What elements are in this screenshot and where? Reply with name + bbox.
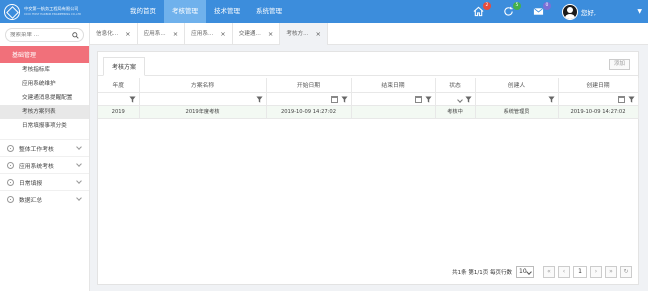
filter-end-date[interactable] (351, 92, 436, 106)
nav-assessment[interactable]: 考核管理 (164, 0, 206, 23)
close-icon[interactable]: × (173, 23, 178, 45)
cell-plan-name: 2019年度考核 (139, 105, 267, 119)
mail-badge: 0 (542, 1, 551, 10)
sidebar-item-daily-category[interactable]: 日常填报事项分类 (0, 119, 89, 133)
filter-icon[interactable] (424, 95, 432, 103)
cell-start-date: 2019-10-09 14:27:02 (266, 105, 352, 119)
plan-table: 年度 方案名称 开始日期 结束日期 状态 创建人 创建日期 2019 2019年… (98, 78, 639, 119)
nav-home[interactable]: 我的首页 (122, 0, 164, 23)
tab-app-1[interactable]: 应用系... × (138, 23, 186, 45)
main-panel: 考核方案 添加 年度 方案名称 开始日期 结束日期 状态 创建人 创建日期 20… (97, 51, 639, 285)
circle-icon (7, 144, 14, 152)
sidebar-group-summary[interactable]: 数据汇总 (0, 190, 89, 207)
page-tabs: 信息化... × 应用系... × 应用系... × 交建通... × 考核方... × (90, 23, 648, 45)
refresh-badge: 5 (512, 1, 521, 10)
filter-icon[interactable] (627, 95, 635, 103)
home-badge: 2 (482, 1, 491, 10)
last-page-button[interactable]: » (605, 265, 617, 278)
filter-icon[interactable] (547, 95, 555, 103)
filter-icon[interactable] (255, 95, 263, 103)
avatar[interactable] (561, 3, 578, 20)
filter-creator[interactable] (475, 92, 559, 106)
tab-app-2[interactable]: 应用系... × (185, 23, 233, 45)
sidebar-group-overall[interactable]: 整体工作考核 (0, 139, 89, 156)
main-nav: 我的首页 考核管理 技术管理 系统管理 (122, 0, 290, 23)
tab-jiaojiantong[interactable]: 交建通... × (233, 23, 281, 45)
chevron-down-icon (76, 195, 82, 201)
col-end-date[interactable]: 结束日期 (351, 78, 436, 93)
logo-icon (4, 3, 20, 20)
chevron-down-icon (76, 161, 82, 167)
close-icon[interactable]: × (315, 23, 320, 45)
col-year[interactable]: 年度 (98, 78, 140, 93)
circle-icon (7, 161, 14, 169)
col-start-date[interactable]: 开始日期 (266, 78, 352, 93)
filter-year[interactable] (98, 92, 140, 106)
company-logo: 中交第一航务工程局有限公司 CCCC FIRST HARBOR ENGINEER… (0, 0, 110, 23)
home-button[interactable]: 2 (472, 1, 491, 19)
chevron-down-icon (76, 144, 82, 150)
table-row[interactable]: 2019 2019年度考核 2019-10-09 14:27:02 考核中 系统… (98, 105, 639, 119)
cell-creator: 系统管理员 (475, 105, 559, 119)
cell-end-date (351, 105, 436, 119)
circle-icon (7, 195, 14, 203)
mail-button[interactable]: 0 (532, 1, 551, 19)
next-page-button[interactable]: › (590, 265, 602, 278)
nav-system[interactable]: 系统管理 (248, 0, 290, 23)
sidebar: 基础管理 考核指标库 应用系统维护 交建通消息提醒配置 考核方案列表 日常填报事… (0, 23, 90, 291)
refresh-button[interactable]: 5 (502, 1, 521, 19)
pagination: 共1条 第1/1页 每页行数 10 « ‹ 1 › » ↻ (452, 265, 632, 278)
page-number-input[interactable]: 1 (573, 265, 587, 278)
circle-icon (7, 178, 14, 186)
calendar-icon[interactable] (414, 95, 422, 103)
add-button[interactable]: 添加 (608, 59, 630, 70)
menu-search (5, 28, 84, 42)
filter-icon[interactable] (464, 95, 472, 103)
chevron-down-icon (76, 178, 82, 184)
top-bar: 中交第一航务工程局有限公司 CCCC FIRST HARBOR ENGINEER… (0, 0, 648, 23)
chevron-down-icon[interactable] (456, 96, 463, 103)
sidebar-item-app-maintenance[interactable]: 应用系统维护 (0, 77, 89, 91)
col-plan-name[interactable]: 方案名称 (139, 78, 267, 93)
first-page-button[interactable]: « (543, 265, 555, 278)
filter-plan-name[interactable] (139, 92, 267, 106)
col-status[interactable]: 状态 (435, 78, 476, 93)
close-icon[interactable]: × (220, 23, 225, 45)
tab-info[interactable]: 信息化... × (90, 23, 138, 45)
company-name-en: CCCC FIRST HARBOR ENGINEERING CO.,LTD (24, 12, 82, 16)
nav-tech[interactable]: 技术管理 (206, 0, 248, 23)
cell-create-date: 2019-10-09 14:27:02 (558, 105, 639, 119)
sidebar-item-message-config[interactable]: 交建通消息提醒配置 (0, 91, 89, 105)
cell-year: 2019 (98, 105, 140, 119)
filter-icon[interactable] (340, 95, 348, 103)
col-creator[interactable]: 创建人 (475, 78, 559, 93)
col-create-date[interactable]: 创建日期 (558, 78, 639, 93)
username-greeting[interactable]: 您好, (581, 7, 596, 17)
filter-create-date[interactable] (558, 92, 639, 106)
sidebar-item-plan-list[interactable]: 考核方案列表 (0, 105, 89, 119)
sidebar-group-app-assessment[interactable]: 应用系统考核 (0, 156, 89, 173)
caret-down-icon[interactable]: ▼ (637, 8, 642, 15)
filter-icon[interactable] (128, 95, 136, 103)
table-header: 年度 方案名称 开始日期 结束日期 状态 创建人 创建日期 (98, 78, 639, 93)
refresh-page-button[interactable]: ↻ (620, 265, 632, 278)
cell-status: 考核中 (435, 105, 476, 119)
filter-start-date[interactable] (266, 92, 352, 106)
sidebar-group-daily[interactable]: 日常填报 (0, 173, 89, 190)
panel-tab-plan[interactable]: 考核方案 (103, 57, 146, 76)
calendar-icon[interactable] (330, 95, 338, 103)
page-size-select[interactable]: 10 (516, 265, 534, 278)
filter-status[interactable] (435, 92, 476, 106)
close-icon[interactable]: × (125, 23, 130, 45)
calendar-icon[interactable] (617, 95, 625, 103)
tab-plan[interactable]: 考核方... × (280, 23, 328, 45)
search-input[interactable] (10, 32, 72, 38)
sidebar-item-indicator-library[interactable]: 考核指标库 (0, 63, 89, 77)
sidebar-group-basic[interactable]: 基础管理 (0, 46, 89, 63)
filter-row (98, 92, 639, 106)
prev-page-button[interactable]: ‹ (558, 265, 570, 278)
close-icon[interactable]: × (268, 23, 273, 45)
search-icon[interactable] (72, 31, 79, 39)
pager-info: 共1条 第1/1页 每页行数 (452, 269, 512, 276)
